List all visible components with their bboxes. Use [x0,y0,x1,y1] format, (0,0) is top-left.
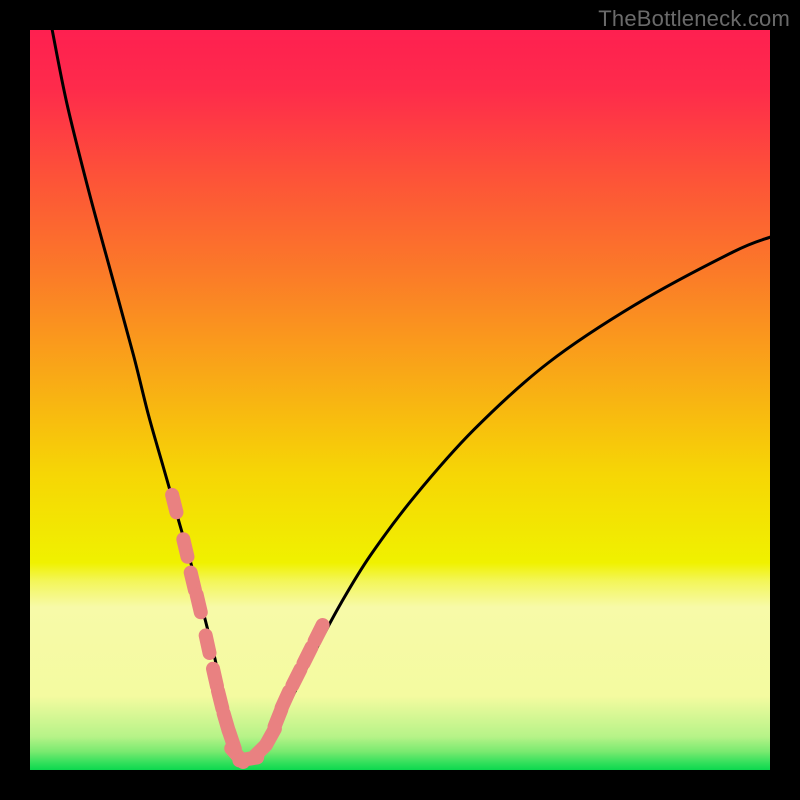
marker-capsule [206,635,210,653]
marker-capsule [197,595,201,613]
watermark-text: TheBottleneck.com [598,6,790,32]
marker-capsule [172,495,176,512]
marker-capsule [191,573,195,591]
marker-capsule [213,669,217,687]
marker-capsule [183,539,187,557]
chart-frame: TheBottleneck.com [0,0,800,800]
marker-group [172,495,323,762]
marker-capsule [292,669,300,685]
marker-capsule [282,692,289,708]
curve-layer [30,30,770,770]
marker-capsule [303,647,311,663]
marker-capsule [315,625,323,641]
plot-area [30,30,770,770]
bottleneck-curve [52,30,770,761]
marker-capsule [218,691,222,708]
